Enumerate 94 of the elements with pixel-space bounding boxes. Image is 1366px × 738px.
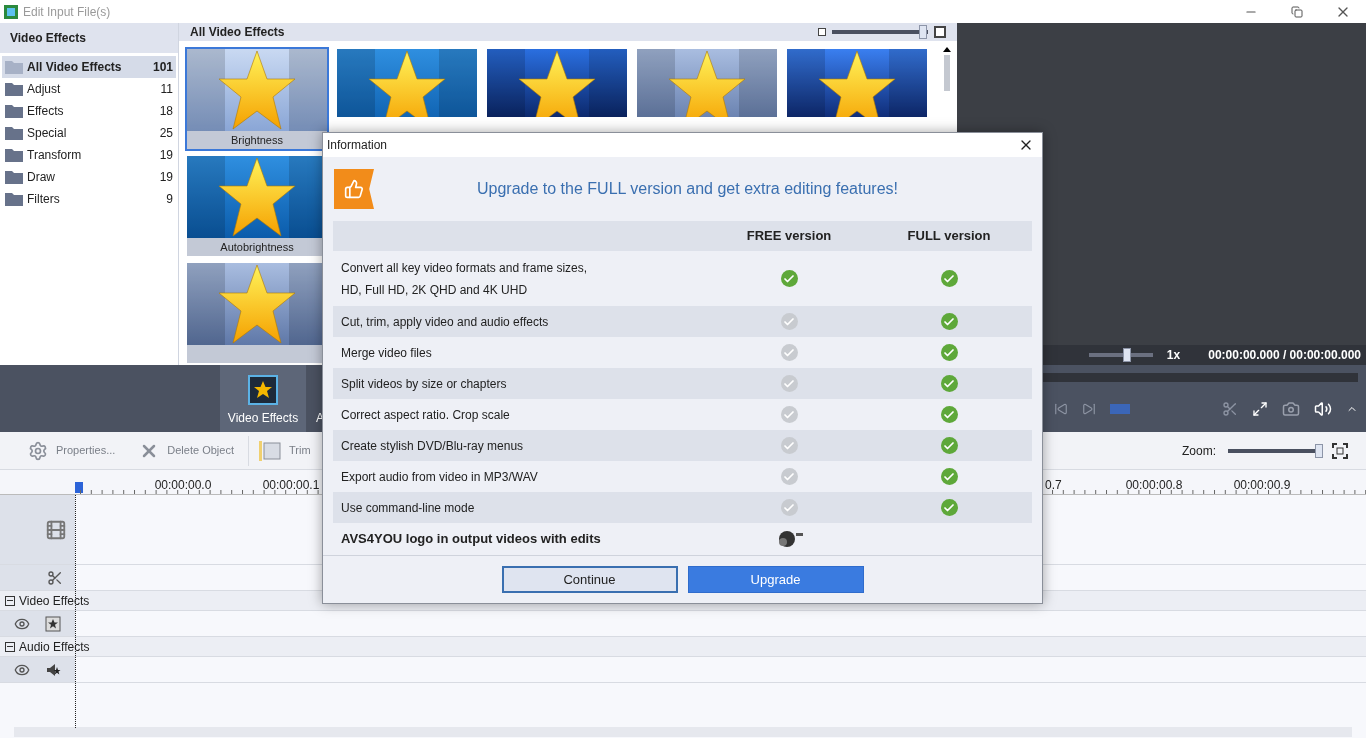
panel-title: Video Effects	[10, 30, 86, 47]
large-size-icon	[934, 26, 946, 38]
track-group-label: Video Effects	[19, 592, 90, 610]
column-header: FULL version	[906, 227, 992, 246]
tab-label: Video Effects	[227, 410, 299, 427]
ruler-label: 0.7	[1044, 477, 1063, 494]
gallery-title: All Video Effects	[190, 24, 285, 41]
gear-icon	[28, 440, 48, 461]
fullscreen-icon[interactable]	[1252, 401, 1268, 417]
effect-label: Brightness	[187, 131, 327, 149]
film-trim-icon	[258, 440, 281, 461]
expand-toggle[interactable]	[5, 641, 15, 652]
category-item[interactable]: Effects 18	[2, 100, 176, 122]
folder-icon	[5, 82, 23, 96]
camera-icon[interactable]	[1282, 400, 1300, 418]
film-icon	[45, 518, 67, 541]
previous-icon[interactable]	[1054, 402, 1068, 416]
horizontal-scrollbar[interactable]	[14, 727, 1352, 737]
category-item[interactable]: Transform 19	[2, 144, 176, 166]
folder-icon	[5, 192, 23, 206]
toolbar-button[interactable]: Trim	[247, 435, 311, 466]
category-count: 11	[160, 81, 173, 98]
category-label: Adjust	[27, 81, 61, 98]
category-item[interactable]: Filters 9	[2, 188, 176, 210]
category-count: 19	[159, 169, 173, 186]
scissors-icon[interactable]	[1222, 401, 1238, 417]
slider[interactable]	[832, 25, 928, 39]
volume-icon[interactable]	[1314, 400, 1332, 418]
scrollbar-thumb[interactable]	[944, 55, 950, 91]
speed-reading: 1x	[1166, 347, 1181, 364]
dialog-heading: Upgrade to the FULL version and get extra editing features!	[476, 179, 899, 199]
category-item[interactable]: Draw 19	[2, 166, 176, 188]
toolbar-button[interactable]: Properties...	[28, 435, 140, 466]
feature-text: Export audio from video in MP3/WAV	[340, 468, 539, 486]
ruler-label: 00:00:00.9	[1232, 477, 1292, 494]
folder-icon	[5, 60, 23, 74]
effect-thumbnail[interactable]: Brightness	[185, 47, 329, 151]
feature-text: Use command-line mode	[340, 499, 476, 517]
category-count: 101	[152, 59, 173, 76]
scroll-up-icon[interactable]	[943, 47, 951, 52]
feature-text: Split videos by size or chapters	[340, 375, 508, 393]
category-count: 19	[159, 147, 173, 164]
category-count: 18	[159, 103, 173, 120]
category-label: Effects	[27, 103, 64, 120]
folder-icon	[5, 126, 23, 140]
star-film-icon	[248, 375, 278, 405]
effect-thumbnail[interactable]: Autobrightness	[185, 154, 329, 258]
category-label: All Video Effects	[27, 59, 122, 76]
toolbar-button[interactable]: Delete Object	[139, 435, 248, 466]
fit-icon[interactable]	[1332, 442, 1348, 459]
category-label: Draw	[27, 169, 55, 186]
slider-thumb[interactable]	[1315, 443, 1324, 458]
slider-thumb[interactable]	[919, 25, 928, 39]
progress-track[interactable]	[1043, 373, 1358, 382]
category-item[interactable]: Adjust 11	[2, 78, 176, 100]
window-title: Edit Input File(s)	[23, 3, 111, 21]
star-film-icon	[45, 615, 62, 632]
zoom-label: Zoom:	[1182, 442, 1216, 460]
category-label: Special	[27, 125, 67, 142]
category-label: Transform	[27, 147, 82, 164]
time-display: 00:00:00.000 / 00:00:00.000	[1208, 347, 1361, 364]
slider-thumb[interactable]	[1123, 348, 1132, 362]
app-icon	[4, 4, 18, 19]
continue-button[interactable]: Continue	[501, 566, 678, 593]
track-group-label: Audio Effects	[19, 638, 90, 656]
slider[interactable]	[1228, 443, 1322, 458]
category-item[interactable]: Special 25	[2, 122, 176, 144]
column-header: FREE version	[745, 227, 833, 246]
effects-tab[interactable]: Video Effects	[220, 365, 306, 432]
folder-icon	[5, 104, 23, 118]
feature-text: AVS4YOU logo in output videos with edits	[340, 529, 602, 548]
folder-icon	[5, 170, 23, 184]
ruler-label: 00:00:00.8	[1124, 477, 1184, 494]
small-size-icon	[818, 28, 826, 36]
feature-text: Correct aspect ratio. Crop scale	[340, 406, 511, 424]
dialog-title: Information	[327, 137, 388, 154]
feature-text: Convert all key video formats and frame sizes, HD, Full HD, 2K QHD and 4K UHD	[340, 259, 589, 299]
thumbs-up-icon	[334, 169, 374, 209]
restore-icon[interactable]	[1291, 5, 1303, 18]
next-icon[interactable]	[1082, 402, 1096, 416]
scissors-icon	[47, 569, 63, 586]
feature-text: Cut, trim, apply video and audio effects	[340, 313, 550, 331]
ruler-label: 00:00:00.0	[153, 477, 213, 494]
feature-text: Create stylish DVD/Blu-ray menus	[340, 437, 525, 455]
slider[interactable]	[1088, 348, 1153, 362]
upgrade-button[interactable]: Upgrade	[687, 566, 864, 593]
category-count: 9	[166, 191, 173, 208]
feature-text: Merge video files	[340, 344, 433, 362]
category-label: Filters	[27, 191, 60, 208]
category-count: 25	[159, 125, 173, 142]
category-item[interactable]: All Video Effects 101	[2, 56, 176, 78]
audio-star-icon	[45, 661, 62, 678]
expand-toggle[interactable]	[5, 595, 15, 606]
folder-icon	[5, 148, 23, 162]
